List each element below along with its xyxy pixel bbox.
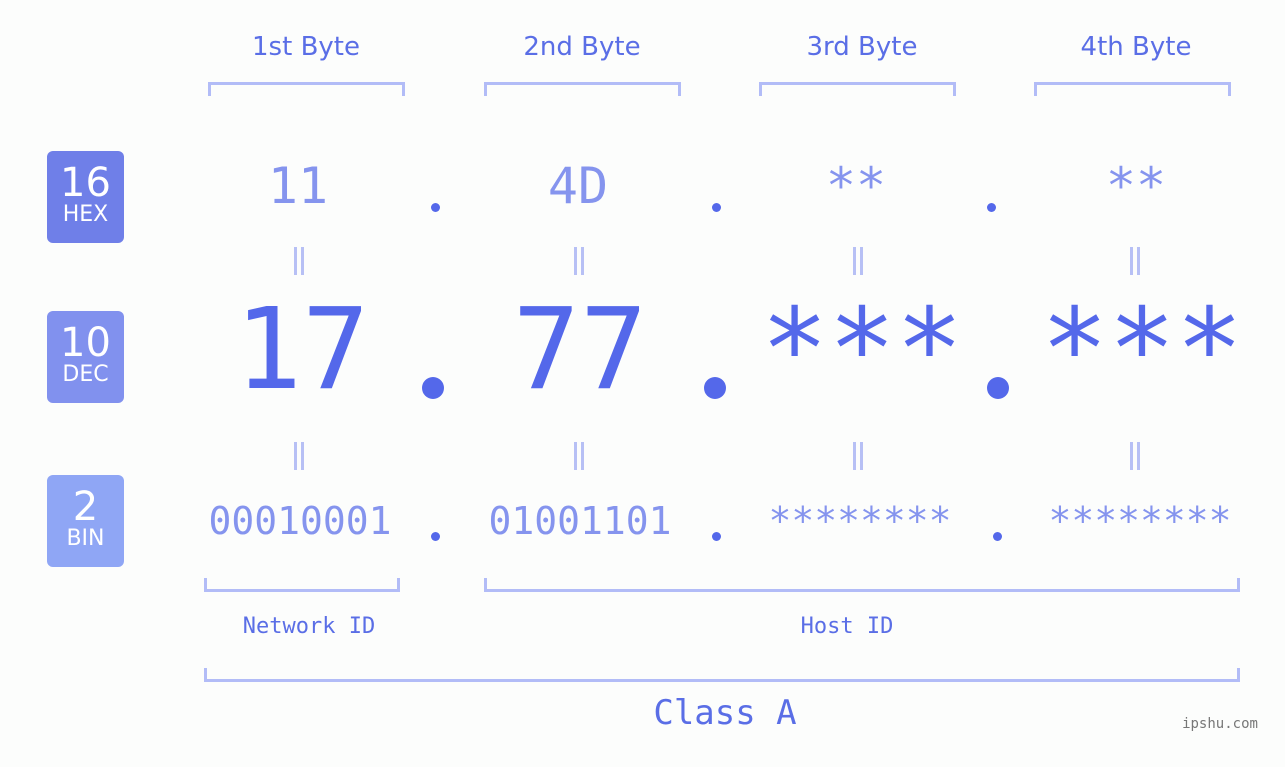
bin-separator-dot-1	[431, 532, 440, 541]
byte-header-4: 4th Byte	[1080, 32, 1192, 62]
hex-badge: 16 HEX	[47, 151, 124, 243]
network-id-label: Network ID	[242, 614, 376, 639]
byte-bracket-2	[484, 82, 681, 96]
dec-separator-dot-2	[704, 377, 726, 399]
hex-separator-dot-1	[431, 203, 440, 212]
bin-base-number: 2	[72, 484, 99, 530]
dec-byte-3: ***	[760, 285, 964, 415]
dec-base-label: DEC	[62, 362, 109, 387]
class-bracket	[204, 668, 1240, 682]
byte-header-1: 1st Byte	[252, 32, 360, 62]
hex-separator-dot-3	[987, 203, 996, 212]
bin-base-label: BIN	[66, 526, 105, 551]
bin-separator-dot-3	[993, 532, 1002, 541]
bin-byte-2: 01001101	[488, 499, 672, 543]
bin-byte-3: ********	[768, 499, 952, 543]
dec-separator-dot-1	[422, 377, 444, 399]
hex-byte-3: **	[825, 157, 887, 215]
byte-bracket-3	[759, 82, 956, 96]
bin-separator-dot-2	[712, 532, 721, 541]
dec-byte-4: ***	[1040, 285, 1244, 415]
dec-byte-2: 77	[512, 285, 648, 415]
network-id-bracket	[204, 578, 400, 592]
byte-bracket-4	[1034, 82, 1231, 96]
equals-icon	[572, 442, 586, 470]
hex-byte-4: **	[1105, 157, 1167, 215]
dec-separator-dot-3	[987, 377, 1009, 399]
equals-icon	[572, 247, 586, 275]
equals-icon	[1128, 247, 1142, 275]
equals-icon	[1128, 442, 1142, 470]
class-label: Class A	[653, 693, 797, 733]
bin-byte-1: 00010001	[208, 499, 392, 543]
bin-badge: 2 BIN	[47, 475, 124, 567]
host-id-bracket	[484, 578, 1240, 592]
dec-byte-1: 17	[234, 285, 370, 415]
hex-byte-2: 4D	[547, 157, 609, 215]
watermark: ipshu.com	[1182, 716, 1258, 732]
byte-header-2: 2nd Byte	[523, 32, 641, 62]
dec-badge: 10 DEC	[47, 311, 124, 403]
hex-base-number: 16	[60, 160, 111, 206]
bin-byte-4: ********	[1048, 499, 1232, 543]
equals-icon	[292, 442, 306, 470]
dec-base-number: 10	[60, 320, 111, 366]
byte-header-3: 3rd Byte	[806, 32, 918, 62]
equals-icon	[851, 247, 865, 275]
hex-base-label: HEX	[62, 202, 109, 227]
hex-separator-dot-2	[712, 203, 721, 212]
equals-icon	[851, 442, 865, 470]
hex-byte-1: 11	[267, 157, 329, 215]
host-id-label: Host ID	[800, 614, 894, 639]
byte-bracket-1	[208, 82, 405, 96]
equals-icon	[292, 247, 306, 275]
